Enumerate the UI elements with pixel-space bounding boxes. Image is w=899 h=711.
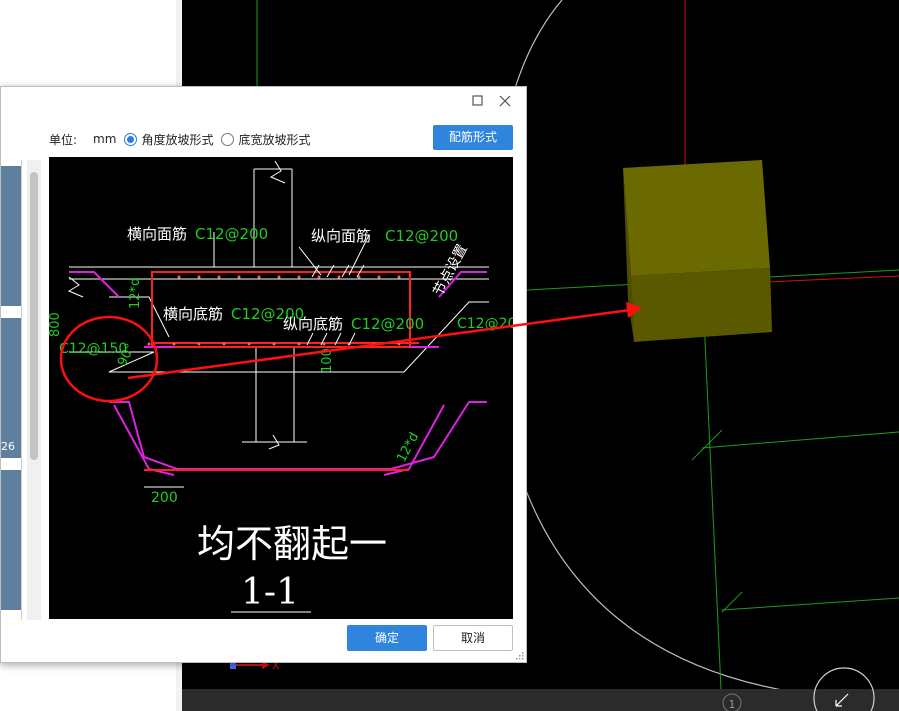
radio-width-label[interactable]: 底宽放坡形式 — [238, 131, 310, 148]
dim-slope: 100 — [320, 348, 335, 373]
close-icon — [499, 95, 511, 107]
side-value: C12@200 — [457, 316, 513, 332]
unit-value: mm — [93, 132, 117, 146]
rebar-dialog: 单位: mm 角度放坡形式 底宽放坡形式 配筋形式 26 横向面筋 C12@20… — [0, 86, 527, 663]
box-top-face[interactable] — [623, 160, 770, 276]
viewport-status-bar — [182, 689, 899, 711]
resize-grip-icon[interactable] — [516, 652, 524, 660]
grid-line — [721, 597, 899, 611]
section-label: 1-1 — [241, 572, 299, 613]
top-longitudinal-value: C12@200 — [385, 227, 458, 245]
dim-bottom-hook: 12*d — [394, 430, 422, 465]
thumbnail-list: 26 — [1, 160, 22, 620]
box-front-face[interactable] — [631, 268, 772, 342]
radio-width[interactable] — [221, 132, 235, 146]
grid-marker-label: 1 — [729, 698, 736, 711]
scrollbar-thumb[interactable] — [30, 172, 38, 460]
unit-row: 单位: mm 角度放坡形式 底宽放坡形式 — [49, 130, 310, 148]
close-button[interactable] — [495, 93, 515, 113]
thumbnail-scrollbar[interactable] — [27, 160, 41, 620]
thumbnail-item[interactable]: 26 — [1, 318, 21, 458]
grid-line — [701, 274, 723, 711]
thumbnail-label: 26 — [1, 440, 15, 453]
side-rebar — [69, 271, 120, 298]
section-drawing: 横向面筋 C12@200 纵向面筋 C12@200 横向底筋 C12@200 纵… — [49, 157, 513, 619]
unit-label: 单位: — [49, 132, 78, 147]
dim-height: 800 — [49, 312, 63, 337]
break-mark — [67, 276, 84, 298]
axis-line — [766, 275, 899, 283]
rebar-form-button[interactable]: 配筋形式 — [433, 125, 513, 150]
radio-angle[interactable] — [124, 132, 138, 146]
column-outline-lower — [242, 347, 307, 443]
ok-button[interactable]: 确定 — [347, 625, 427, 651]
dim-top-hook: 12*d — [128, 278, 143, 309]
grid-arc — [494, 0, 899, 701]
markup-circle — [59, 315, 159, 403]
dim-width: 200 — [151, 490, 178, 506]
cancel-button[interactable]: 取消 — [433, 625, 513, 651]
grid-line — [701, 431, 899, 449]
maximize-icon — [472, 95, 483, 106]
radio-angle-label[interactable]: 角度放坡形式 — [141, 131, 213, 148]
top-longitudinal-label: 纵向面筋 — [311, 227, 371, 245]
column-outline — [253, 168, 293, 267]
thumbnail-item[interactable] — [1, 470, 21, 610]
hatch-marks — [306, 264, 365, 346]
break-mark — [269, 160, 286, 184]
thumbnail-item[interactable] — [1, 166, 21, 306]
node-note: 节点设置 — [430, 242, 470, 299]
lower-rebar-magenta — [109, 401, 487, 470]
slope-value: C12@150 — [59, 341, 127, 357]
maximize-button[interactable] — [468, 93, 488, 113]
drawing-caption: 均不翻起一 — [197, 522, 387, 566]
top-transverse-value: C12@200 — [195, 225, 268, 243]
bottom-longitudinal-value: C12@200 — [351, 315, 424, 333]
bottom-longitudinal-label: 纵向底筋 — [283, 315, 343, 333]
top-transverse-label: 横向面筋 — [127, 225, 187, 243]
grid-tick — [691, 429, 723, 461]
bottom-transverse-label: 横向底筋 — [163, 305, 223, 323]
rebar-section-svg: 横向面筋 C12@200 纵向面筋 C12@200 横向底筋 C12@200 纵… — [49, 160, 513, 613]
